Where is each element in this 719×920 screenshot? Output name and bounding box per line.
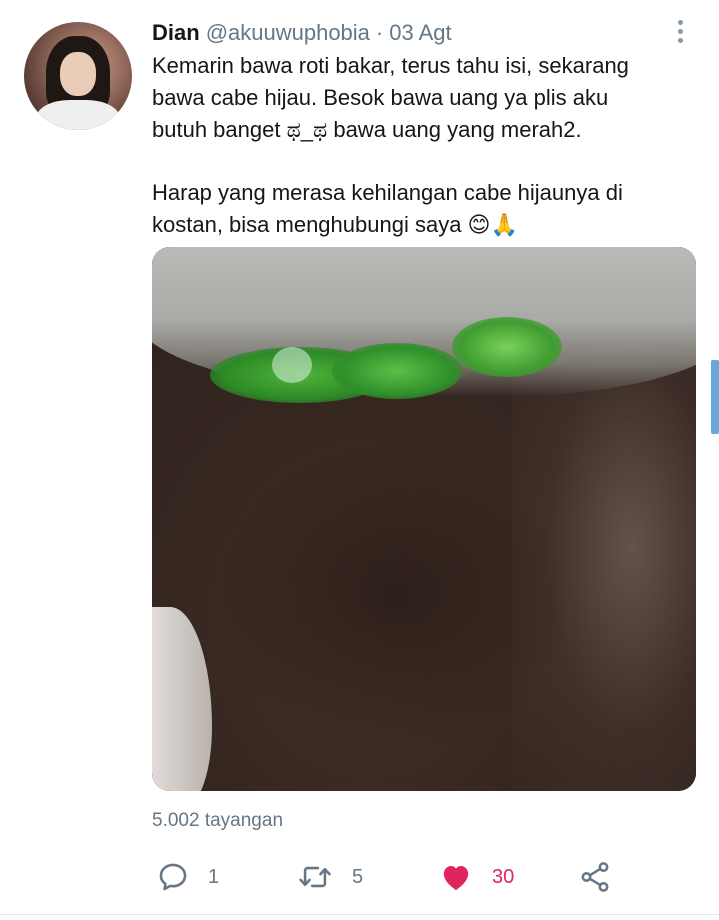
reply-icon [159, 863, 187, 891]
avatar-face [60, 52, 96, 96]
media-green-chili [332, 343, 462, 399]
tweet-date[interactable]: 03 Agt [389, 20, 451, 46]
media-glare [272, 347, 312, 383]
share-button[interactable] [578, 855, 612, 899]
tweet-header: Dian @akuuwuphobia · 03 Agt [152, 18, 452, 48]
scrollbar-thumb[interactable] [711, 360, 719, 434]
tweet-text-line: Harap yang merasa kehilangan cabe hijaun… [152, 180, 623, 205]
like-count: 30 [492, 865, 515, 888]
tweet-text-line: Kemarin bawa roti bakar, terus tahu isi,… [152, 53, 629, 78]
retweet-count: 5 [352, 865, 364, 888]
tweet-text-line: butuh banget ಥ_ಥ bawa uang yang merah2. [152, 117, 582, 142]
more-vertical-icon [677, 19, 683, 25]
avatar-shirt [36, 100, 120, 130]
tweet-text-line: bawa cabe hijau. Besok bawa uang ya plis… [152, 85, 609, 110]
author-handle[interactable]: @akuuwuphobia [206, 20, 370, 46]
more-options-button[interactable] [670, 16, 690, 46]
tweet-media-image[interactable] [152, 247, 696, 791]
more-vertical-icon-dot [677, 37, 683, 43]
avatar[interactable] [24, 22, 132, 130]
media-green-chili [452, 317, 562, 377]
reply-count: 1 [208, 865, 220, 888]
heart-icon [443, 865, 469, 891]
retweet-button[interactable]: 5 [296, 855, 363, 899]
view-count[interactable]: 5.002 tayangan [152, 810, 283, 832]
tweet[interactable]: Dian @akuuwuphobia · 03 Agt Kemarin bawa… [0, 0, 719, 920]
share-icon [581, 862, 609, 892]
tweet-actions: 1 5 30 [152, 855, 692, 899]
more-vertical-icon-dot [677, 28, 683, 34]
retweet-icon [299, 866, 331, 888]
tweet-text: Kemarin bawa roti bakar, terus tahu isi,… [152, 50, 692, 241]
tweet-text-line: kostan, bisa menghubungi saya 😊🙏 [152, 212, 518, 237]
reply-button[interactable]: 1 [156, 855, 219, 899]
author-name[interactable]: Dian [152, 20, 200, 46]
like-button[interactable]: 30 [438, 855, 514, 899]
media-shadow [212, 437, 572, 757]
divider [0, 914, 719, 915]
separator-dot: · [375, 20, 384, 45]
